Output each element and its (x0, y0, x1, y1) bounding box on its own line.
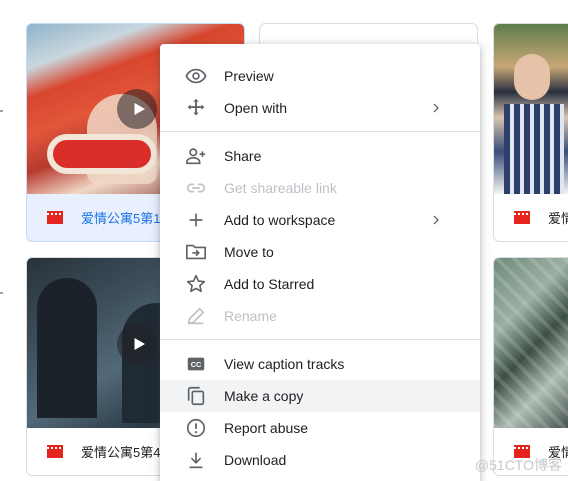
menu-item-add-workspace[interactable]: Add to workspace (160, 204, 480, 236)
video-file-card[interactable]: 爱情 (493, 23, 568, 242)
menu-item-open-with[interactable]: Open with (160, 92, 480, 124)
play-icon[interactable] (117, 89, 157, 129)
chevron-right-icon (433, 103, 439, 113)
film-icon (514, 211, 530, 224)
menu-item-label: Preview (224, 68, 274, 84)
menu-item-label: Rename (224, 308, 277, 324)
context-menu: Preview Open with Share Get shareable li… (160, 44, 480, 481)
alert-circle-icon (184, 416, 208, 440)
menu-item-move-to[interactable]: Move to (160, 236, 480, 268)
closed-caption-icon: CC (184, 352, 208, 376)
lifebuoy-shape (47, 134, 157, 174)
plus-icon (184, 208, 208, 232)
chevron-right-icon (433, 215, 439, 225)
star-outline-icon (184, 272, 208, 296)
video-thumbnail (494, 24, 568, 194)
eye-icon (184, 64, 208, 88)
pencil-icon (184, 304, 208, 328)
link-icon (184, 176, 208, 200)
menu-divider (160, 131, 480, 132)
menu-item-view-captions[interactable]: CC View caption tracks (160, 348, 480, 380)
menu-item-label: Share (224, 148, 262, 164)
menu-item-report-abuse[interactable]: Report abuse (160, 412, 480, 444)
menu-item-label: Move to (224, 244, 274, 260)
menu-item-label: Download (224, 452, 287, 468)
move-arrows-icon (184, 96, 208, 120)
face-shape (514, 54, 550, 100)
add-person-icon (184, 144, 208, 168)
menu-item-label: Report abuse (224, 420, 309, 436)
menu-item-add-starred[interactable]: Add to Starred (160, 268, 480, 300)
card-title: 爱情公寓5第4 (81, 445, 161, 460)
menu-item-download[interactable]: Download (160, 444, 480, 476)
watermark-text: @51CTO博客 (474, 457, 562, 473)
menu-item-get-link: Get shareable link (160, 172, 480, 204)
copy-icon (184, 384, 208, 408)
menu-item-label: Add to Starred (224, 276, 315, 292)
card-title: 爱情公寓5第1 (81, 211, 161, 226)
svg-text:CC: CC (191, 360, 202, 369)
film-icon (47, 211, 63, 224)
video-file-card[interactable]: 爱情 (493, 257, 568, 476)
person-shape (37, 278, 97, 418)
film-icon (47, 445, 63, 458)
download-icon (184, 448, 208, 472)
edge-marker (0, 292, 3, 294)
video-thumbnail (494, 258, 568, 428)
menu-item-label: View caption tracks (224, 356, 345, 372)
folder-move-icon (184, 240, 208, 264)
menu-item-share[interactable]: Share (160, 140, 480, 172)
play-icon[interactable] (117, 324, 157, 364)
card-footer: 爱情 (494, 194, 568, 241)
menu-divider (160, 339, 480, 340)
menu-item-make-copy[interactable]: Make a copy (160, 380, 480, 412)
menu-item-label: Open with (224, 100, 288, 116)
menu-item-label: Get shareable link (224, 180, 337, 196)
menu-item-rename: Rename (160, 300, 480, 332)
menu-item-label: Add to workspace (224, 212, 336, 228)
menu-item-preview[interactable]: Preview (160, 60, 480, 92)
edge-marker (0, 110, 3, 112)
comic-panel-shape (494, 258, 568, 428)
card-title: 爱情 (548, 211, 568, 226)
person-shape (504, 104, 564, 194)
menu-item-label: Make a copy (224, 388, 304, 404)
